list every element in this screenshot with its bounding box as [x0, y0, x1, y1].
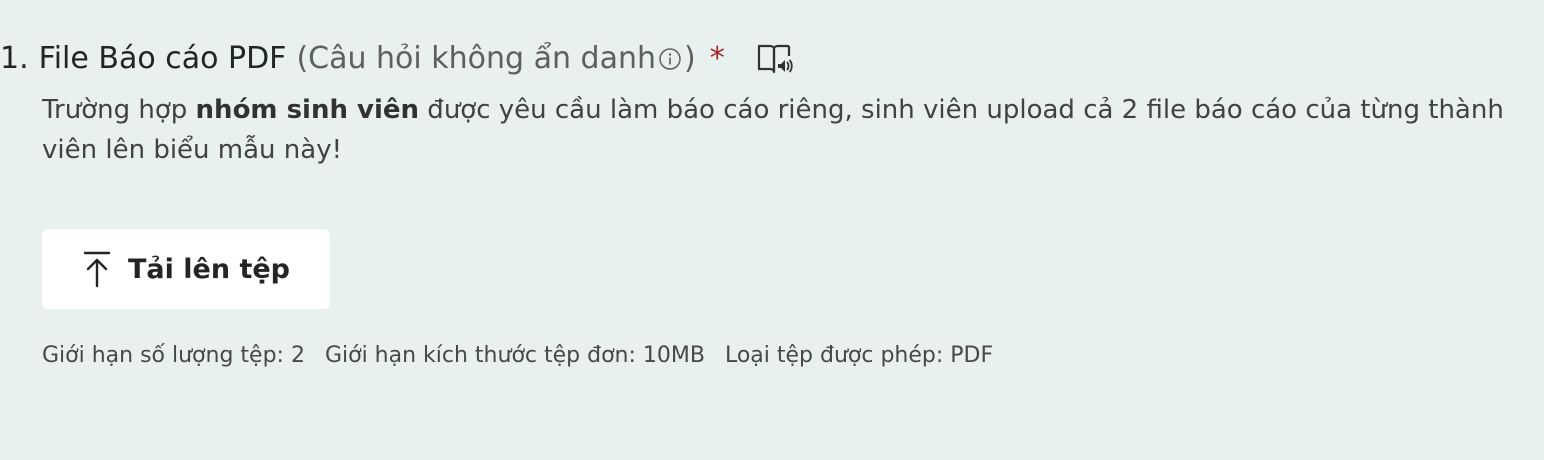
file-count-limit: Giới hạn số lượng tệp: 2: [42, 343, 305, 368]
question-subtitle: (Câu hỏi không ẩn danh: [296, 41, 656, 76]
upload-limits: Giới hạn số lượng tệp: 2 Giới hạn kích t…: [42, 338, 1013, 374]
required-mark: *: [709, 41, 725, 76]
file-type-limit: Loại tệp được phép: PDF: [724, 343, 994, 368]
file-size-limit: Giới hạn kích thước tệp đơn: 10MB: [324, 343, 705, 368]
upload-button-label: Tải lên tệp: [127, 253, 291, 285]
question-subtitle-close: ): [683, 41, 696, 76]
question-title-row: 1. File Báo cáo PDF (Câu hỏi không ẩn da…: [0, 36, 795, 82]
question-container: 1. File Báo cáo PDF (Câu hỏi không ẩn da…: [0, 0, 1544, 460]
immersive-reader-button[interactable]: [755, 39, 795, 79]
description-prefix: Trường hợp: [42, 95, 196, 125]
question-description: Trường hợp nhóm sinh viên được yêu cầu l…: [42, 90, 1522, 170]
question-title: File Báo cáo PDF: [38, 41, 287, 76]
question-number: 1.: [0, 41, 29, 76]
upload-file-button[interactable]: Tải lên tệp: [42, 229, 330, 309]
upload-icon: [82, 249, 112, 289]
description-bold: nhóm sinh viên: [195, 95, 420, 125]
info-icon[interactable]: [658, 47, 682, 71]
immersive-reader-icon: [757, 44, 793, 74]
